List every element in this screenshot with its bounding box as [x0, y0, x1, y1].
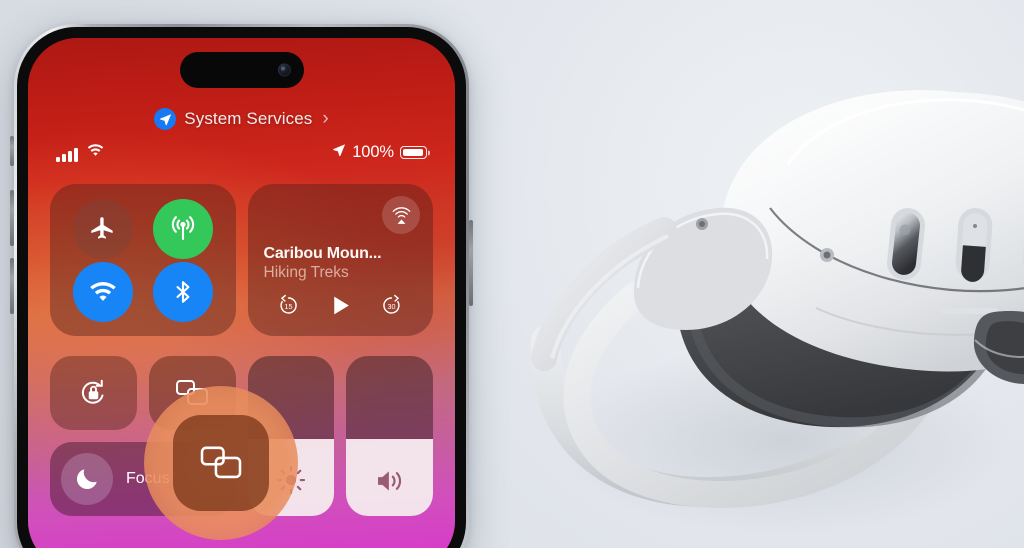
vr-headset	[486, 40, 1024, 540]
focus-label: Focus	[126, 470, 170, 487]
volume-slider[interactable]	[346, 356, 433, 516]
location-arrow-icon	[332, 143, 346, 162]
system-services-label: System Services	[184, 109, 313, 128]
front-camera-icon	[277, 63, 291, 77]
screen-mirroring-button[interactable]	[148, 356, 236, 430]
media-title: Caribou Moun...	[263, 245, 382, 262]
bottom-left-cluster: Focus	[50, 356, 236, 516]
rotation-lock-button[interactable]	[50, 356, 137, 430]
forward-30-button[interactable]: 30	[380, 294, 403, 322]
volume-up-button[interactable]	[10, 190, 14, 246]
chevron-right-icon: ›	[322, 108, 329, 129]
control-center-top-grid: Caribou Moun... Hiking Treks 15 30	[50, 184, 433, 336]
cellular-bars-icon	[56, 148, 78, 162]
dynamic-island	[179, 52, 304, 88]
moon-icon	[61, 453, 113, 505]
wifi-icon	[87, 143, 104, 162]
wifi-button[interactable]	[72, 261, 133, 322]
media-controls: 15 30	[264, 293, 418, 323]
control-center-bottom-grid: Focus	[50, 356, 433, 516]
media-subtitle: Hiking Treks	[263, 264, 349, 281]
brightness-slider[interactable]	[247, 356, 335, 516]
battery-percent-label: 100%	[352, 143, 394, 161]
mute-switch-button[interactable]	[10, 136, 14, 166]
play-button[interactable]	[328, 293, 353, 323]
connectivity-tile	[50, 184, 236, 336]
status-bar: 100%	[56, 143, 427, 162]
rewind-15-button[interactable]: 15	[277, 294, 300, 322]
sliders-group	[247, 356, 433, 516]
volume-icon	[374, 467, 405, 500]
toggle-row	[50, 356, 236, 430]
brightness-icon	[276, 465, 306, 500]
scene-background: System Services › 100% Caribou Moun... H…	[0, 0, 1024, 548]
cellular-data-button[interactable]	[152, 198, 213, 259]
svg-text:15: 15	[285, 303, 293, 311]
battery-full-icon	[400, 145, 427, 160]
airplay-audio-icon[interactable]	[382, 196, 420, 234]
volume-down-button[interactable]	[10, 258, 14, 314]
iphone-device: System Services › 100% Caribou Moun... H…	[10, 24, 473, 548]
airplane-mode-button[interactable]	[72, 198, 133, 259]
now-playing-tile[interactable]: Caribou Moun... Hiking Treks 15 30	[247, 184, 433, 336]
svg-text:30: 30	[388, 303, 396, 311]
phone-bezel: System Services › 100% Caribou Moun... H…	[17, 27, 466, 548]
focus-button[interactable]: Focus	[50, 442, 236, 516]
location-arrow-icon	[154, 108, 177, 130]
system-services-header[interactable]: System Services ›	[28, 108, 455, 130]
side-power-button[interactable]	[469, 220, 473, 306]
phone-screen[interactable]: System Services › 100% Caribou Moun... H…	[28, 38, 455, 548]
bluetooth-button[interactable]	[152, 261, 213, 322]
